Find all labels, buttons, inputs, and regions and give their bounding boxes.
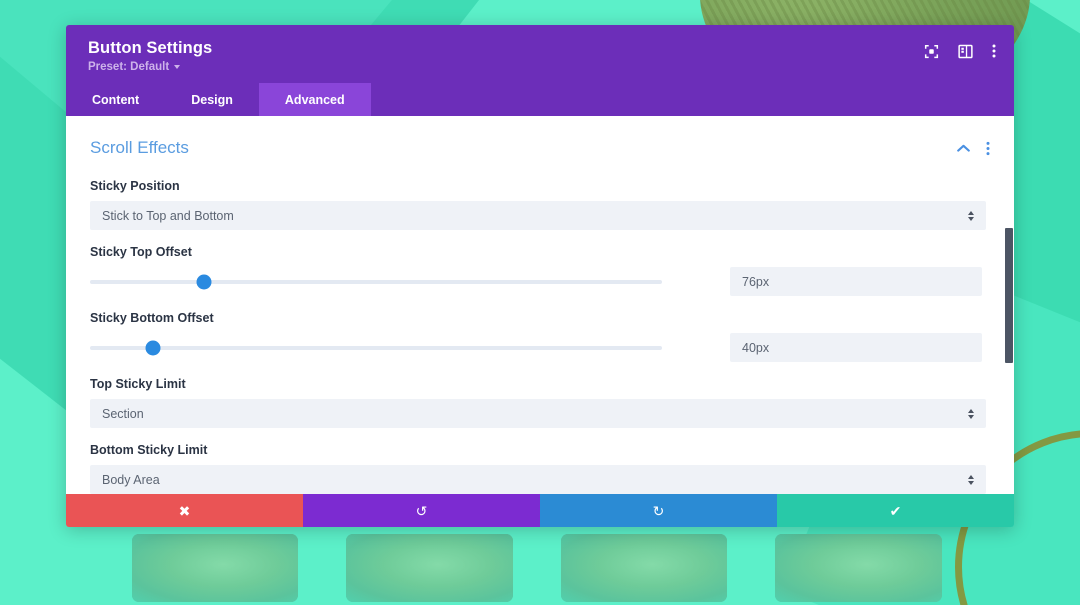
section-tools bbox=[957, 141, 990, 156]
sticky-position-select[interactable]: Stick to Top and Bottom bbox=[90, 201, 986, 231]
close-button[interactable]: ✖ bbox=[66, 494, 303, 528]
field-label: Sticky Top Offset bbox=[90, 245, 192, 260]
tab-design[interactable]: Design bbox=[165, 83, 259, 116]
preset-selector[interactable]: Preset: Default bbox=[88, 61, 212, 73]
vertical-scrollbar[interactable] bbox=[1004, 116, 1014, 494]
sticky-top-offset-slider[interactable] bbox=[90, 271, 662, 293]
tab-bar: Content Design Advanced bbox=[66, 83, 1014, 117]
scrollbar-thumb[interactable] bbox=[1005, 228, 1013, 364]
field-label: Bottom Sticky Limit bbox=[90, 443, 208, 458]
section-title: Scroll Effects bbox=[90, 138, 189, 158]
slider-handle[interactable] bbox=[196, 274, 212, 290]
field-label: Top Sticky Limit bbox=[90, 377, 186, 392]
preset-label: Preset: Default bbox=[88, 61, 170, 74]
more-options-icon[interactable] bbox=[986, 141, 990, 156]
top-sticky-limit-select-wrapper: Section bbox=[90, 399, 986, 429]
modal-header-actions bbox=[924, 39, 996, 59]
layout-panel-icon[interactable] bbox=[958, 44, 973, 59]
gallery-thumbnail bbox=[561, 534, 727, 602]
chevron-down-icon bbox=[174, 65, 181, 70]
gallery-thumbnail bbox=[775, 534, 942, 602]
modal-header-titles: Button Settings Preset: Default bbox=[88, 39, 212, 73]
redo-button[interactable]: ↻ bbox=[540, 494, 777, 528]
check-icon: ✔ bbox=[889, 502, 902, 519]
tab-advanced[interactable]: Advanced bbox=[258, 83, 371, 117]
save-button[interactable]: ✔ bbox=[777, 494, 1014, 528]
redo-icon: ↻ bbox=[652, 502, 665, 519]
modal-header: Button Settings Preset: Default bbox=[66, 25, 1014, 84]
page-title: Button Settings bbox=[88, 39, 213, 57]
bottom-sticky-limit-select-wrapper: Body Area bbox=[90, 465, 986, 495]
field-top-sticky-limit: Top Sticky Limit Section bbox=[90, 377, 990, 429]
bottom-sticky-limit-select[interactable]: Body Area bbox=[90, 465, 986, 495]
top-sticky-limit-select[interactable]: Section bbox=[90, 399, 986, 429]
sticky-position-select-wrapper: Stick to Top and Bottom bbox=[90, 201, 986, 231]
fullscreen-icon[interactable] bbox=[924, 44, 939, 59]
tab-content[interactable]: Content bbox=[66, 83, 165, 116]
undo-button[interactable]: ↺ bbox=[303, 494, 540, 528]
settings-modal: Button Settings Preset: Default Content … bbox=[66, 25, 1014, 528]
x-icon: ✖ bbox=[178, 502, 191, 519]
scroll-effects-section-header: Scroll Effects bbox=[90, 134, 990, 164]
field-sticky-top-offset: Sticky Top Offset bbox=[90, 245, 990, 297]
field-sticky-bottom-offset: Sticky Bottom Offset bbox=[90, 311, 990, 363]
sticky-bottom-offset-slider[interactable] bbox=[90, 337, 662, 359]
more-options-icon[interactable] bbox=[992, 43, 996, 59]
settings-panel: Scroll Effects Sticky Position Stick to … bbox=[66, 116, 1014, 495]
gallery-thumbnail bbox=[346, 534, 513, 602]
slider-handle[interactable] bbox=[145, 340, 161, 356]
field-sticky-position: Sticky Position Stick to Top and Bottom bbox=[90, 179, 990, 231]
gallery-thumbnail bbox=[132, 534, 298, 602]
undo-icon: ↺ bbox=[415, 502, 428, 519]
sticky-bottom-offset-row bbox=[90, 333, 990, 363]
slider-track[interactable] bbox=[90, 274, 662, 290]
settings-content: Scroll Effects Sticky Position Stick to … bbox=[66, 116, 1014, 495]
sticky-top-offset-row bbox=[90, 267, 990, 297]
sticky-bottom-offset-input[interactable] bbox=[730, 333, 982, 363]
slider-track[interactable] bbox=[90, 340, 662, 356]
field-label: Sticky Bottom Offset bbox=[90, 311, 214, 326]
modal-action-bar: ✖ ↺ ↻ ✔ bbox=[66, 494, 1014, 528]
sticky-top-offset-input[interactable] bbox=[730, 267, 982, 297]
screen: Button Settings Preset: Default Content … bbox=[0, 0, 1080, 605]
chevron-up-icon[interactable] bbox=[957, 144, 970, 153]
field-label: Sticky Position bbox=[90, 179, 180, 194]
field-bottom-sticky-limit: Bottom Sticky Limit Body Area bbox=[90, 443, 990, 495]
